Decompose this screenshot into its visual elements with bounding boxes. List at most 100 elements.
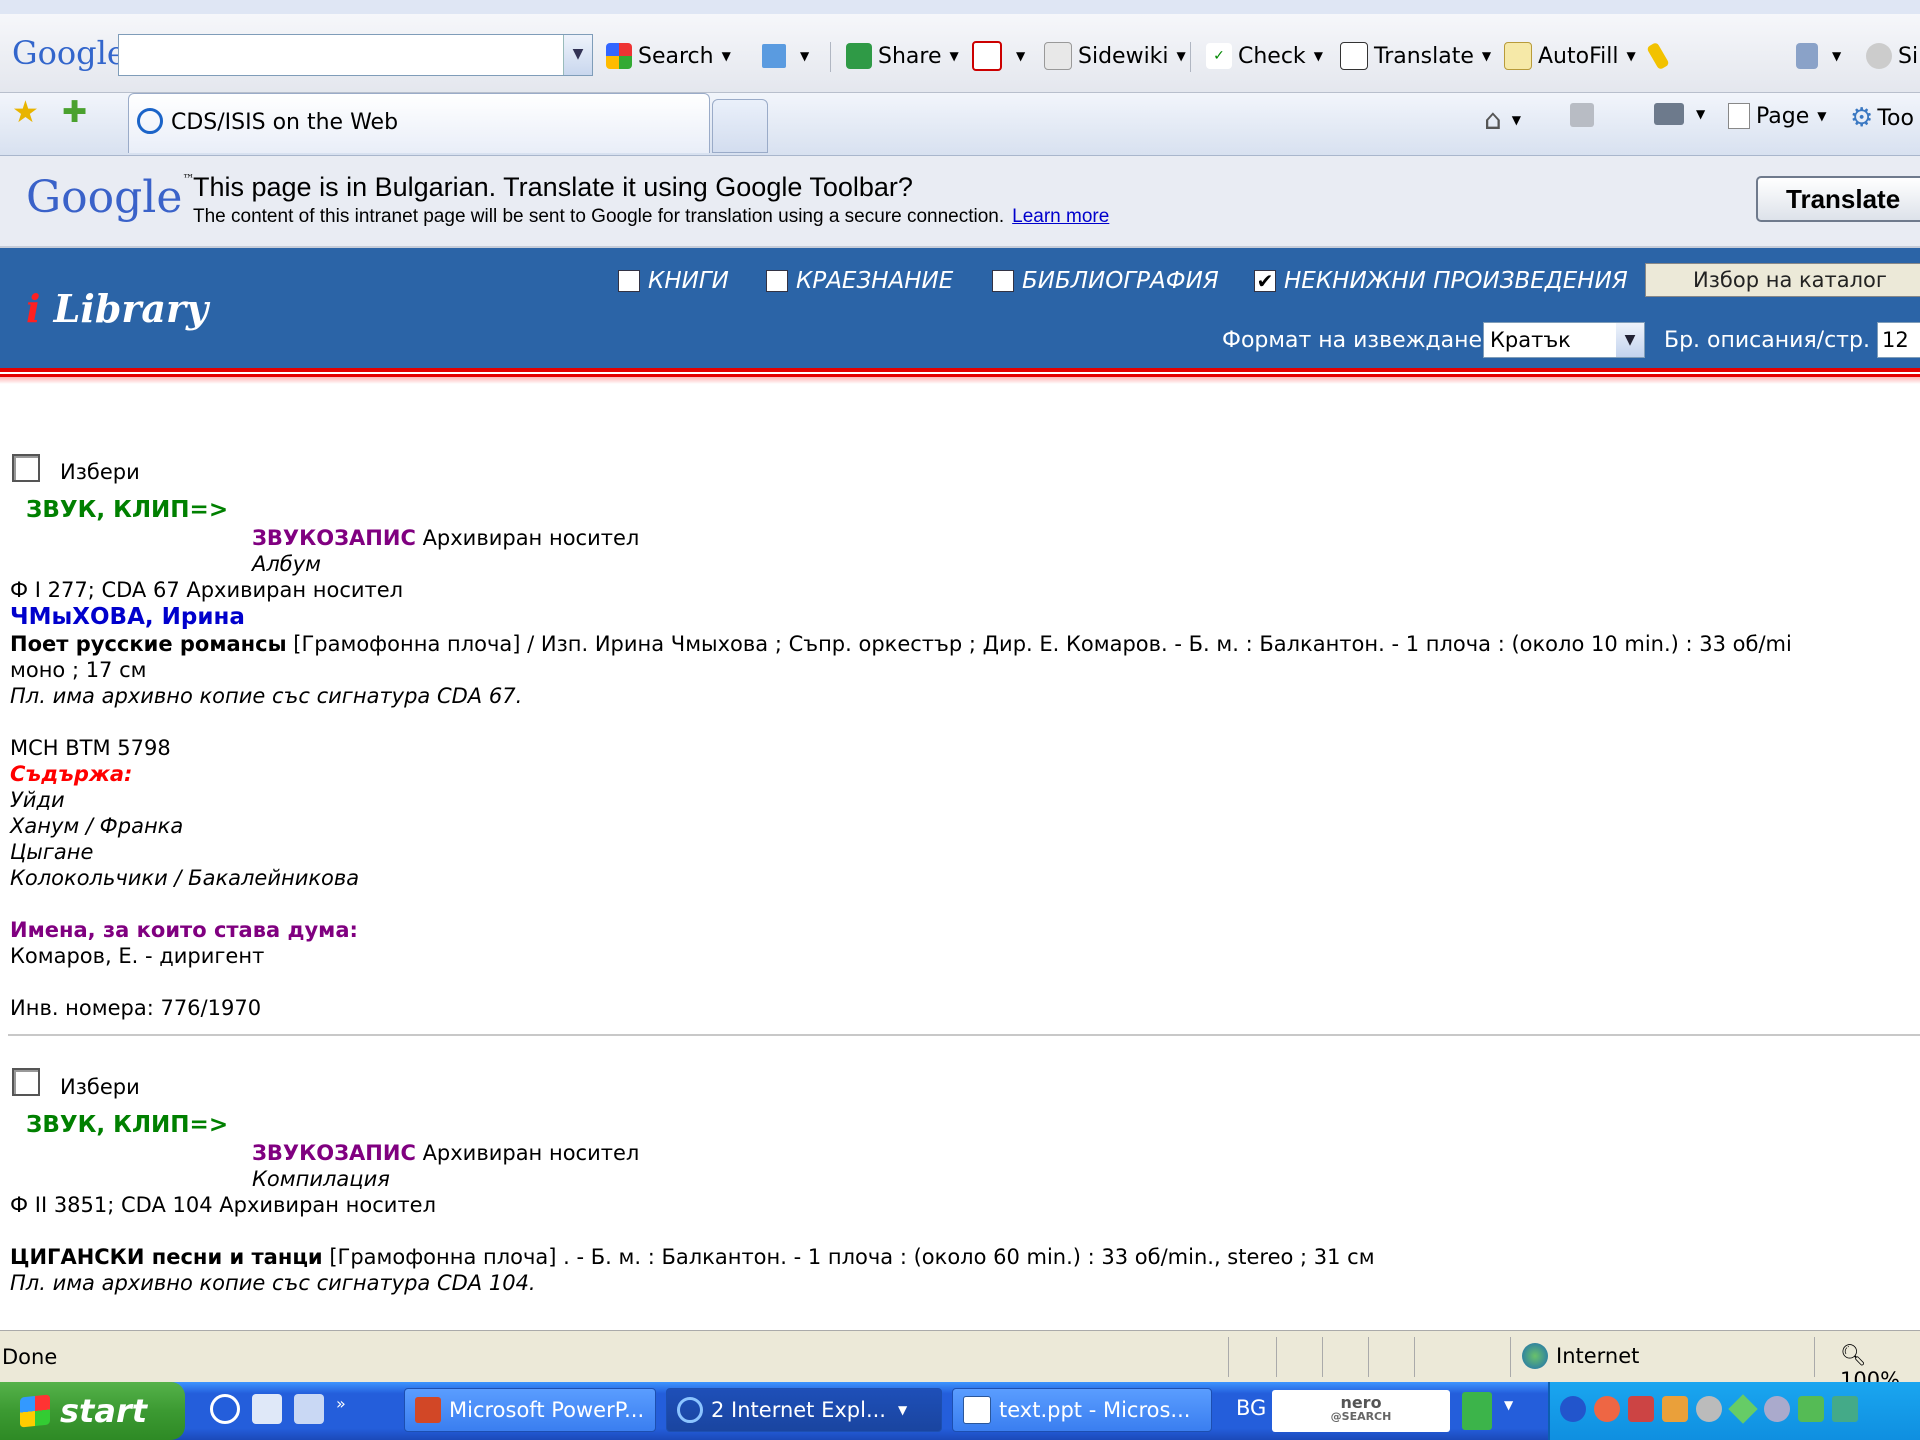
checkbox-local-history[interactable]	[766, 270, 788, 292]
start-button[interactable]: start	[0, 1382, 185, 1440]
add-favorites-icon[interactable]: ✚	[62, 95, 87, 130]
popup-blocker-icon	[972, 41, 1002, 71]
new-tab-button[interactable]	[712, 99, 768, 153]
windows-logo-icon	[20, 1394, 50, 1428]
names-label: Имена, за които става дума:	[10, 918, 358, 942]
sync-icon[interactable]	[1696, 1396, 1722, 1422]
network-icon[interactable]	[1560, 1396, 1586, 1422]
count-input[interactable]: 12	[1877, 322, 1920, 358]
taskbar-item-powerpoint[interactable]: Microsoft PowerP...	[404, 1388, 656, 1432]
wrench-icon	[1796, 43, 1818, 69]
display-icon[interactable]	[1832, 1396, 1858, 1422]
chevron-down-icon: ▼	[1313, 49, 1323, 63]
record-author[interactable]: ЧМыХОВА, Ирина	[10, 604, 245, 630]
translate-toolbar-button[interactable]: Translate ▼	[1340, 36, 1491, 76]
select-label: Избери	[60, 460, 140, 484]
tray-icons	[1560, 1394, 1858, 1424]
sidewiki-icon	[1044, 42, 1072, 70]
favorites-star-icon[interactable]: ★	[12, 95, 39, 130]
ie-icon	[137, 108, 163, 134]
contents-item: Уйди	[10, 788, 65, 812]
record-title-line: ЦИГАНСКИ песни и танци [Грамофонна плоча…	[10, 1245, 1375, 1269]
chevron-down-icon: ▼	[800, 49, 810, 63]
category-books[interactable]: КНИГИ	[618, 268, 729, 294]
record-type: ЗВУК, КЛИП=>	[26, 1112, 229, 1138]
checkbox-non-book[interactable]: ✔	[1254, 270, 1276, 292]
status-separator	[1414, 1337, 1415, 1377]
format-label: Формат на извеждане	[1222, 328, 1483, 353]
tab-bar: ★ ✚ CDS/ISIS on the Web ⌂ ▼ ▼ Page ▼ ⚙ Too	[0, 93, 1920, 156]
spellcheck-icon: ✓	[1206, 43, 1232, 69]
ie-icon	[677, 1397, 703, 1423]
highlighter-icon	[1646, 41, 1670, 71]
select-checkbox[interactable]	[12, 1068, 40, 1096]
settings-button[interactable]: ▼	[1796, 36, 1841, 76]
nero-search[interactable]: nero @SEARCH	[1272, 1390, 1450, 1432]
help-icon[interactable]	[1628, 1396, 1654, 1422]
home-button[interactable]: ⌂ ▼	[1484, 103, 1521, 136]
contents-item: Колокольчики / Бакалейникова	[10, 866, 360, 890]
feeds-button[interactable]	[1570, 103, 1594, 127]
learn-more-link[interactable]: Learn more	[1012, 206, 1109, 227]
page-menu[interactable]: Page ▼	[1728, 103, 1827, 129]
signin-button[interactable]: Si	[1866, 36, 1918, 76]
print-button[interactable]: ▼	[1654, 103, 1705, 125]
category-bibliography[interactable]: БИБЛИОГРАФИЯ	[992, 268, 1219, 294]
chevron-right-icon[interactable]: »	[336, 1394, 352, 1424]
chevron-down-icon[interactable]: ▼	[1504, 1398, 1513, 1412]
chevron-down-icon: ▼	[1016, 49, 1026, 63]
google-search-input[interactable]: ▼	[118, 34, 593, 76]
category-local-history[interactable]: КРАЕЗНАНИЕ	[766, 268, 953, 294]
autofill-button[interactable]: AutoFill ▼	[1504, 36, 1636, 76]
messenger-icon[interactable]	[1764, 1396, 1790, 1422]
record-media: ЗВУКОЗАПИС Архивиран носител	[252, 1141, 640, 1165]
security-icon[interactable]	[1594, 1396, 1620, 1422]
select-checkbox[interactable]	[12, 454, 40, 482]
popup-blocker-button[interactable]: ▼	[972, 36, 1025, 76]
system-tray	[1548, 1382, 1920, 1440]
names-value: Комаров, Е. - диригент	[10, 944, 265, 968]
category-non-book[interactable]: ✔ НЕКНИЖНИ ПРОИЗВЕДЕНИЯ	[1254, 268, 1628, 294]
checkbox-books[interactable]	[618, 270, 640, 292]
tab-cds-isis[interactable]: CDS/ISIS on the Web	[128, 93, 710, 153]
inventory-numbers: Инв. номера: 776/1970	[10, 996, 262, 1020]
save-quicklaunch-icon[interactable]	[252, 1394, 282, 1424]
share-button[interactable]: Share ▼	[846, 36, 959, 76]
tools-menu[interactable]: ⚙ Too	[1850, 103, 1914, 133]
arrow-icon[interactable]	[1462, 1392, 1492, 1430]
share-icon	[846, 43, 872, 69]
language-indicator[interactable]: BG	[1236, 1396, 1266, 1420]
chevron-down-icon: ▼	[897, 1403, 908, 1417]
sidewiki-button[interactable]: Sidewiki ▼	[1044, 36, 1186, 76]
spellcheck-button[interactable]: ✓ Check ▼	[1206, 36, 1323, 76]
add-button[interactable]: ▼	[762, 36, 809, 76]
status-separator	[1510, 1337, 1511, 1377]
printer-icon	[1654, 103, 1684, 125]
toolbar-separator	[830, 42, 831, 72]
globe-icon	[1522, 1343, 1548, 1369]
signin-icon	[1866, 43, 1892, 69]
contents-item: Цыгане	[10, 840, 94, 864]
translate-page-button[interactable]: Translate	[1756, 176, 1920, 222]
record-shelf: Ф II 3851; CDA 104 Архивиран носител	[10, 1193, 437, 1217]
volume-icon[interactable]	[1662, 1396, 1688, 1422]
diamond-icon[interactable]	[1728, 1394, 1758, 1424]
security-zone[interactable]: Internet	[1522, 1343, 1639, 1369]
outlook-quicklaunch-icon[interactable]	[294, 1394, 324, 1424]
update-icon[interactable]	[1798, 1396, 1824, 1422]
search-button[interactable]: Search ▼	[606, 36, 731, 76]
highlighter-button[interactable]	[1646, 36, 1670, 76]
taskbar-item-ie[interactable]: 2 Internet Expl... ▼	[666, 1388, 942, 1432]
record-kind: Компилация	[252, 1167, 390, 1191]
chevron-down-icon[interactable]: ▼	[563, 35, 592, 75]
ie-quicklaunch-icon[interactable]	[210, 1394, 240, 1424]
choose-catalog-button[interactable]: Избор на каталог	[1645, 263, 1920, 297]
taskbar-item-word[interactable]: text.ppt - Micros...	[952, 1388, 1212, 1432]
translate-google-logo: Google™	[26, 172, 195, 223]
chevron-down-icon: ▼	[1817, 109, 1827, 123]
format-select[interactable]: Кратък ▼	[1483, 322, 1645, 358]
checkbox-bibliography[interactable]	[992, 270, 1014, 292]
contents-item: Ханум / Франка	[10, 814, 184, 838]
address-bar[interactable]	[0, 0, 1920, 15]
google-search-icon	[606, 43, 632, 69]
